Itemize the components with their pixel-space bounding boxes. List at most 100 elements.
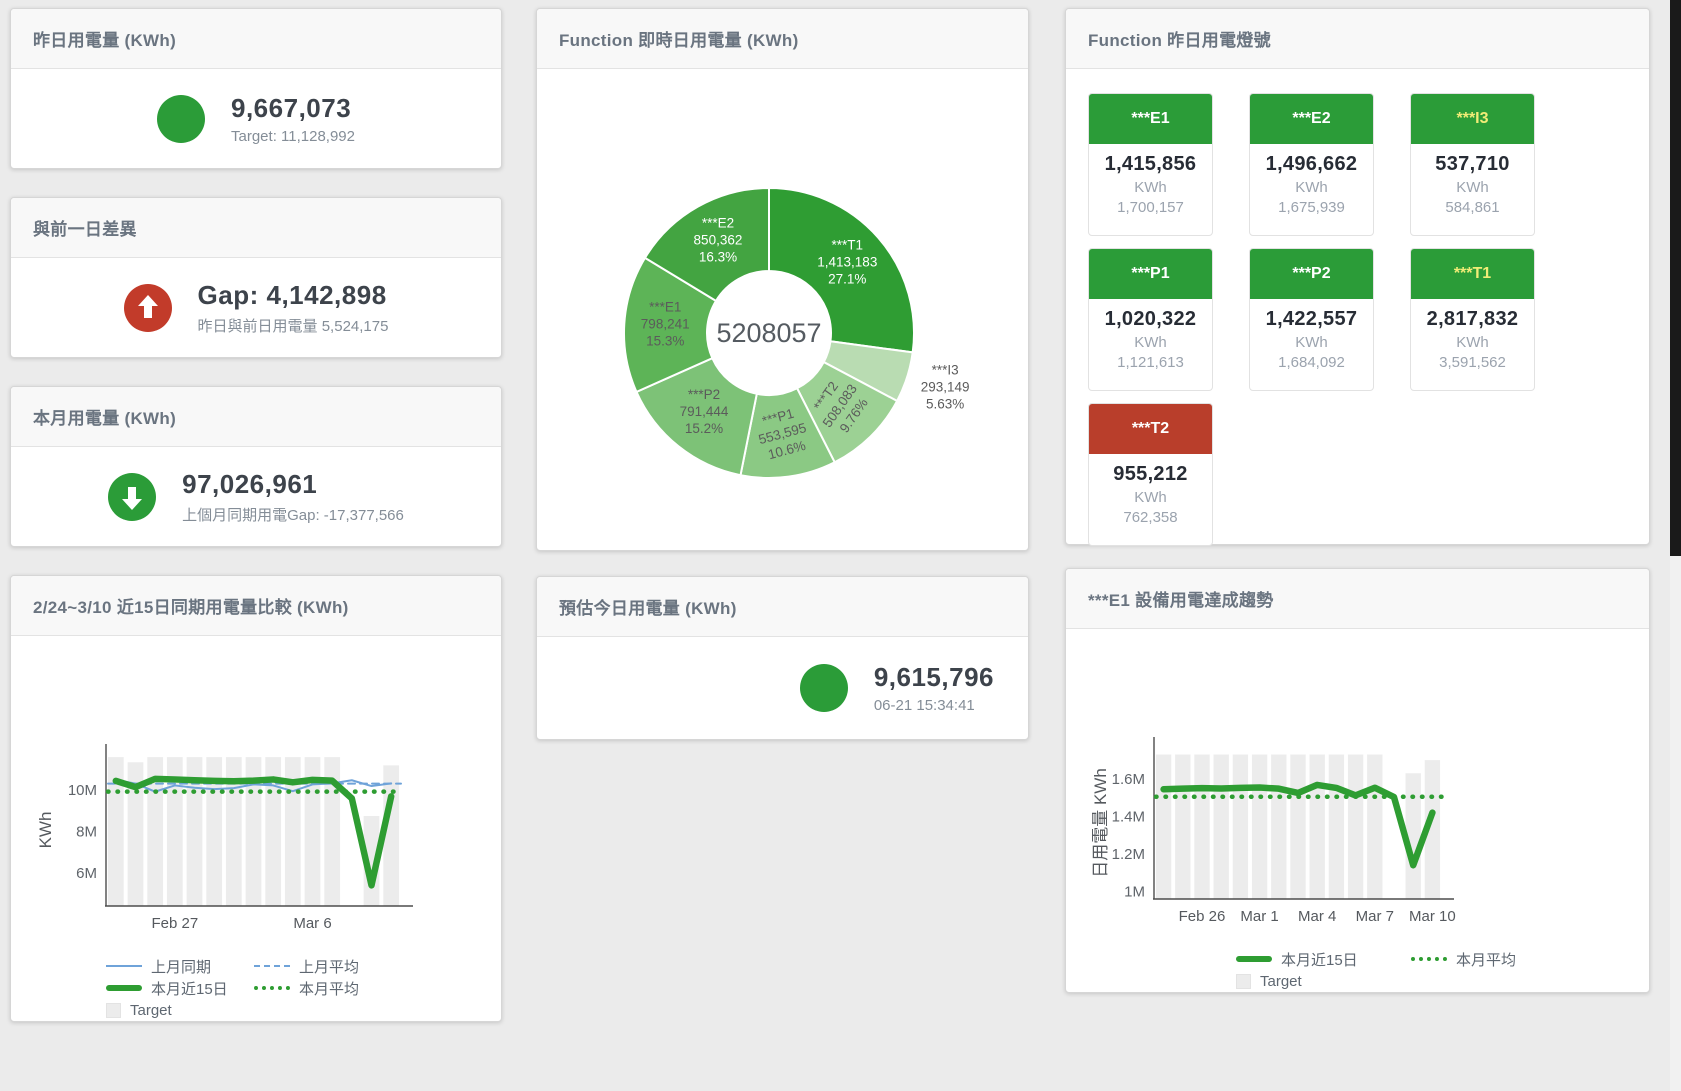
x-tick-label: Mar 7 <box>1356 908 1394 925</box>
tile-value: 955,212 <box>1091 463 1210 486</box>
card-title: Function 昨日用電燈號 <box>1066 9 1649 69</box>
kpi-value: 97,026,961 <box>182 469 404 500</box>
legend-item-Target[interactable]: Target <box>1236 973 1302 990</box>
tile-device-name: ***T2 <box>1089 404 1212 454</box>
card-realtime-donut: Function 即時日用電量 (KWh) ***T11,413,18327.1… <box>536 8 1029 551</box>
legend-marker-icon <box>1411 957 1447 961</box>
tile-target: 3,591,562 <box>1413 354 1532 371</box>
e1-trend-line-chart: 1M1.2M1.4M1.6MFeb 26Mar 1Mar 4Mar 7Mar 1… <box>1066 647 1626 939</box>
y-tick-label: 8M <box>76 824 97 841</box>
legend-marker-icon <box>254 965 290 967</box>
tile-device-name: ***P1 <box>1089 249 1212 299</box>
target-bar <box>1367 755 1382 899</box>
card-gap-previous-day: 與前一日差異 Gap: 4,142,898 昨日與前日用電量 5,524,175 <box>10 197 502 358</box>
card-title: 預估今日用電量 (KWh) <box>537 577 1028 637</box>
middle-column: Function 即時日用電量 (KWh) ***T11,413,18327.1… <box>536 8 1029 1050</box>
donut-center-total: 5208057 <box>716 318 821 348</box>
card-yesterday-lights: Function 昨日用電燈號 ***E11,415,856KWh1,700,1… <box>1065 8 1650 545</box>
kpi-value: Gap: 4,142,898 <box>198 280 389 311</box>
tile-unit: KWh <box>1091 489 1210 506</box>
tile-unit: KWh <box>1413 179 1532 196</box>
tile-value: 1,020,322 <box>1091 308 1210 331</box>
kpi-sub: 上個月同期用電Gap: -17,377,566 <box>182 504 404 525</box>
legend-label: 本月近15日 <box>1281 949 1358 970</box>
y-tick-label: 1.4M <box>1112 808 1145 825</box>
legend-item-本月近15日[interactable]: 本月近15日 <box>106 978 254 999</box>
left-column: 昨日用電量 (KWh) 9,667,073 Target: 11,128,992… <box>10 8 502 1050</box>
tile-target: 584,861 <box>1413 199 1532 216</box>
tile-unit: KWh <box>1091 179 1210 196</box>
kpi-value: 9,615,796 <box>874 662 994 693</box>
tile-device-name: ***E2 <box>1250 94 1373 144</box>
kpi-target: Target: 11,128,992 <box>231 128 355 145</box>
kpi-sub: 昨日與前日用電量 5,524,175 <box>198 315 389 336</box>
card-15day-compare-chart: 2/24~3/10 近15日同期用電量比較 (KWh) 6M8M10MFeb 2… <box>10 575 502 1022</box>
device-tile: ***E11,415,856KWh1,700,157 <box>1088 93 1213 236</box>
target-bar <box>1252 755 1267 899</box>
kpi-body: 97,026,961 上個月同期用電Gap: -17,377,566 <box>11 447 501 546</box>
compare-line-chart: 6M8M10MFeb 27Mar 6KWh <box>11 654 491 946</box>
legend-item-本月近15日[interactable]: 本月近15日 <box>1236 949 1411 970</box>
kpi-body: 9,615,796 06-21 15:34:41 <box>537 637 1028 739</box>
card-title: ***E1 設備用電達成趨勢 <box>1066 569 1649 629</box>
legend-item-上月平均[interactable]: 上月平均 <box>254 956 359 977</box>
device-tile: ***P11,020,322KWh1,121,613 <box>1088 248 1213 391</box>
legend-label: Target <box>130 1002 172 1019</box>
target-bar <box>1290 755 1305 899</box>
x-tick-label: Mar 10 <box>1409 908 1456 925</box>
legend-item-本月平均[interactable]: 本月平均 <box>254 978 359 999</box>
device-tile: ***T2955,212KWh762,358 <box>1088 403 1213 546</box>
tile-device-name: ***I3 <box>1411 94 1534 144</box>
x-tick-label: Mar 1 <box>1240 908 1278 925</box>
chart-legend: 本月近15日 本月平均 Target <box>1236 948 1649 992</box>
device-tile-grid: ***E11,415,856KWh1,700,157***E21,496,662… <box>1066 69 1649 546</box>
chart-legend: 上月同期上月平均本月近15日 本月平均 Target <box>106 955 501 1021</box>
target-bar <box>1271 755 1286 899</box>
legend-item-本月平均[interactable]: 本月平均 <box>1411 949 1516 970</box>
legend-label: 本月平均 <box>1456 949 1516 970</box>
card-title: Function 即時日用電量 (KWh) <box>537 9 1028 69</box>
legend-label: 本月平均 <box>299 978 359 999</box>
tile-target: 1,684,092 <box>1252 354 1371 371</box>
kpi-value: 9,667,073 <box>231 93 355 124</box>
target-bar <box>1348 755 1363 899</box>
pie-label: ***I3293,1495.63% <box>921 363 970 412</box>
kpi-body: 9,667,073 Target: 11,128,992 <box>11 69 501 168</box>
target-bar <box>1329 755 1344 899</box>
card-estimate-today: 預估今日用電量 (KWh) 9,615,796 06-21 15:34:41 <box>536 576 1029 740</box>
tile-unit: KWh <box>1252 334 1371 351</box>
tile-unit: KWh <box>1252 179 1371 196</box>
tile-value: 1,422,557 <box>1252 308 1371 331</box>
tile-device-name: ***P2 <box>1250 249 1373 299</box>
legend-marker-icon <box>1236 956 1272 962</box>
x-tick-label: Feb 27 <box>151 915 198 932</box>
tile-device-name: ***T1 <box>1411 249 1534 299</box>
x-tick-label: Mar 6 <box>293 915 331 932</box>
tile-unit: KWh <box>1413 334 1532 351</box>
y-tick-label: 1M <box>1124 883 1145 900</box>
legend-label: Target <box>1260 973 1302 990</box>
target-bar <box>1156 755 1171 899</box>
card-e1-trend-chart: ***E1 設備用電達成趨勢 1M1.2M1.4M1.6MFeb 26Mar 1… <box>1065 568 1650 993</box>
card-title: 與前一日差異 <box>11 198 501 258</box>
legend-item-上月同期[interactable]: 上月同期 <box>106 956 254 977</box>
tile-value: 1,496,662 <box>1252 153 1371 176</box>
tile-target: 1,121,613 <box>1091 354 1210 371</box>
legend-marker-icon <box>1236 974 1251 989</box>
y-tick-label: 1.2M <box>1112 846 1145 863</box>
tile-value: 537,710 <box>1413 153 1532 176</box>
card-month-usage: 本月用電量 (KWh) 97,026,961 上個月同期用電Gap: -17,3… <box>10 386 502 547</box>
tile-value: 2,817,832 <box>1413 308 1532 331</box>
scrollbar[interactable] <box>1670 0 1681 1091</box>
tile-device-name: ***E1 <box>1089 94 1212 144</box>
tile-value: 1,415,856 <box>1091 153 1210 176</box>
x-tick-label: Mar 4 <box>1298 908 1336 925</box>
red-up-arrow-icon <box>124 284 172 332</box>
target-bar <box>1233 755 1248 899</box>
legend-item-Target[interactable]: Target <box>106 1002 172 1019</box>
scrollbar-thumb[interactable] <box>1670 0 1681 556</box>
card-title: 昨日用電量 (KWh) <box>11 9 501 69</box>
y-tick-label: 10M <box>68 782 97 799</box>
green-status-circle-icon <box>800 664 848 712</box>
kpi-timestamp: 06-21 15:34:41 <box>874 697 994 714</box>
